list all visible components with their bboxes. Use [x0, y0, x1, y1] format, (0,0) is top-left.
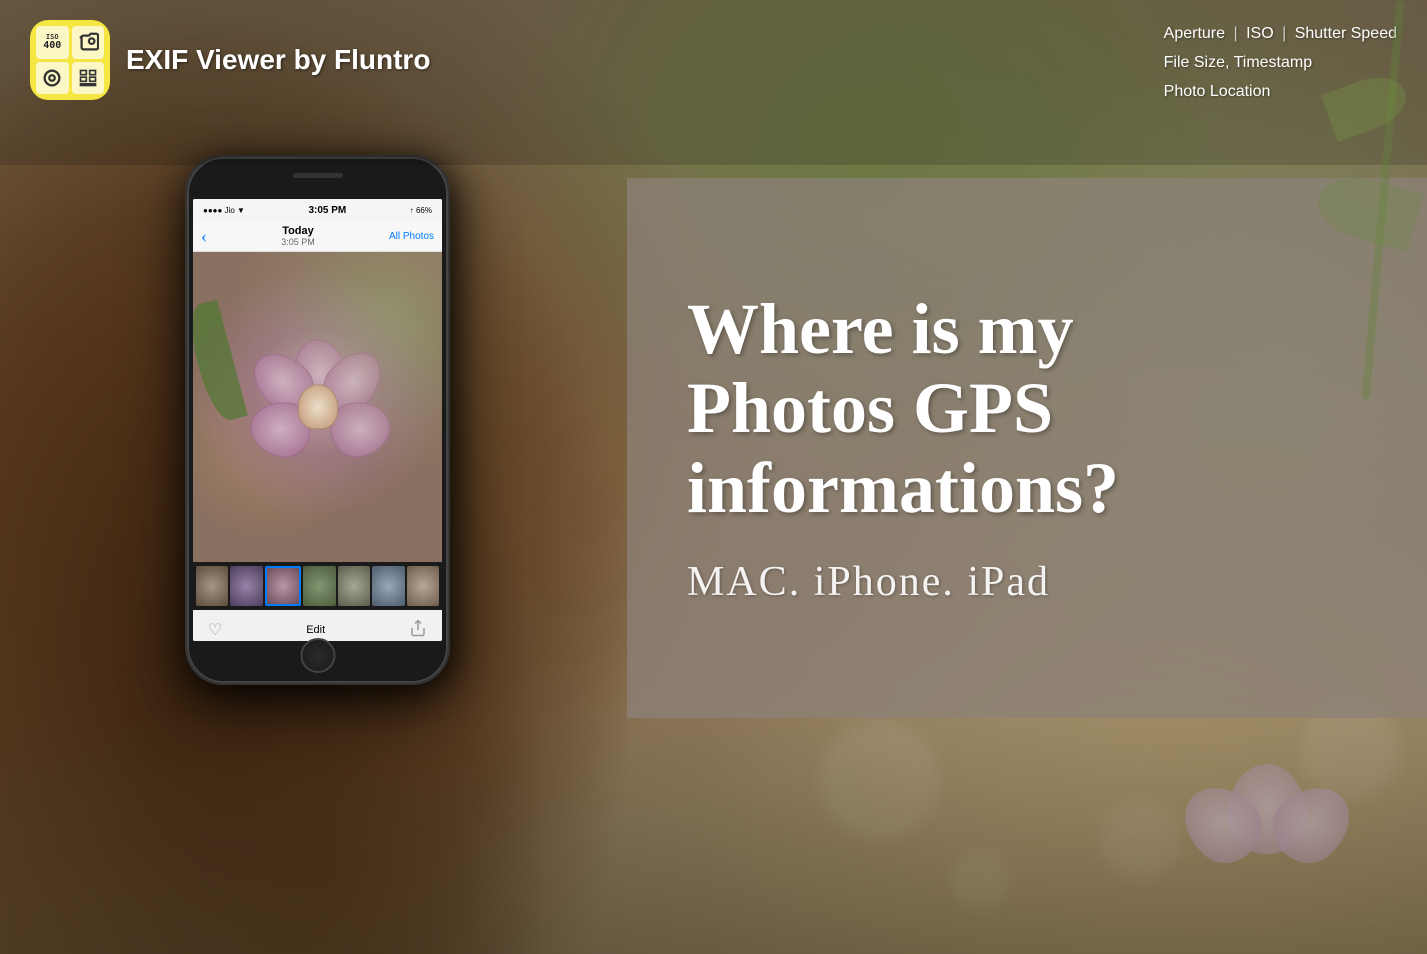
- thumbnail-3-active[interactable]: [265, 566, 301, 606]
- feature-iso: ISO: [1246, 25, 1274, 42]
- back-arrow-icon[interactable]: ‹: [201, 226, 207, 247]
- thumbnail-7[interactable]: [407, 566, 439, 606]
- phone-main-photo: [193, 252, 442, 562]
- icon-grid-cell: [72, 62, 105, 95]
- app-name: EXIF Viewer by Fluntro: [126, 44, 430, 76]
- thumbnail-2[interactable]: [230, 566, 262, 606]
- app-icon: ISO 400: [30, 20, 110, 100]
- icon-iso-cell: ISO 400: [36, 26, 69, 59]
- phone-battery: ↑ 66%: [410, 206, 432, 215]
- phone-device: ●●●● Jio ▼ 3:05 PM ↑ 66% ‹ Today 3:05 PM…: [185, 155, 450, 685]
- icon-aperture-cell: [36, 62, 69, 95]
- phone-nav-bar: ‹ Today 3:05 PM All Photos: [193, 221, 442, 252]
- thumbnail-4[interactable]: [303, 566, 335, 606]
- feature-shutter: Shutter Speed: [1295, 25, 1397, 42]
- feature-aperture: Aperture: [1164, 25, 1225, 42]
- thumbnail-6[interactable]: [372, 566, 404, 606]
- iso-value: 400: [43, 41, 61, 51]
- phone-screen: ●●●● Jio ▼ 3:05 PM ↑ 66% ‹ Today 3:05 PM…: [193, 199, 442, 641]
- heart-icon[interactable]: ♡: [208, 620, 222, 640]
- phone-nav-title: Today 3:05 PM: [281, 225, 315, 247]
- main-heading: Where is my Photos GPS informations?: [687, 290, 1367, 528]
- phone-thumbnails-strip: [193, 562, 442, 610]
- header: ISO 400: [0, 0, 1427, 165]
- phone-signal: ●●●● Jio ▼: [203, 206, 245, 215]
- feature-line-1: Aperture | ISO | Shutter Speed: [1164, 20, 1397, 49]
- sub-heading: MAC. iPhone. iPad: [687, 558, 1367, 606]
- bg-light: [193, 252, 442, 562]
- app-logo-area: ISO 400: [30, 20, 430, 100]
- phone-bottom-bar: ♡ Edit: [193, 610, 442, 641]
- main-content-panel: Where is my Photos GPS informations? MAC…: [627, 178, 1427, 718]
- heading-line-3: informations?: [687, 448, 1119, 528]
- phone-home-button[interactable]: [300, 638, 335, 673]
- divider-2: |: [1282, 25, 1291, 42]
- phone-speaker: [293, 173, 343, 178]
- all-photos-button[interactable]: All Photos: [389, 231, 434, 242]
- divider-1: |: [1233, 25, 1242, 42]
- bottom-flower: [1167, 734, 1367, 934]
- phone-time: 3:05 PM: [308, 205, 346, 216]
- thumbnail-1[interactable]: [196, 566, 228, 606]
- heading-line-2: Photos GPS: [687, 368, 1053, 448]
- thumbnail-5[interactable]: [338, 566, 370, 606]
- phone-status-bar: ●●●● Jio ▼ 3:05 PM ↑ 66%: [193, 199, 442, 221]
- heading-line-1: Where is my: [687, 289, 1074, 369]
- feature-line-2: File Size, Timestamp: [1164, 49, 1397, 78]
- edit-button[interactable]: Edit: [306, 624, 325, 636]
- icon-camera-cell: [72, 26, 105, 59]
- share-icon[interactable]: [409, 619, 427, 642]
